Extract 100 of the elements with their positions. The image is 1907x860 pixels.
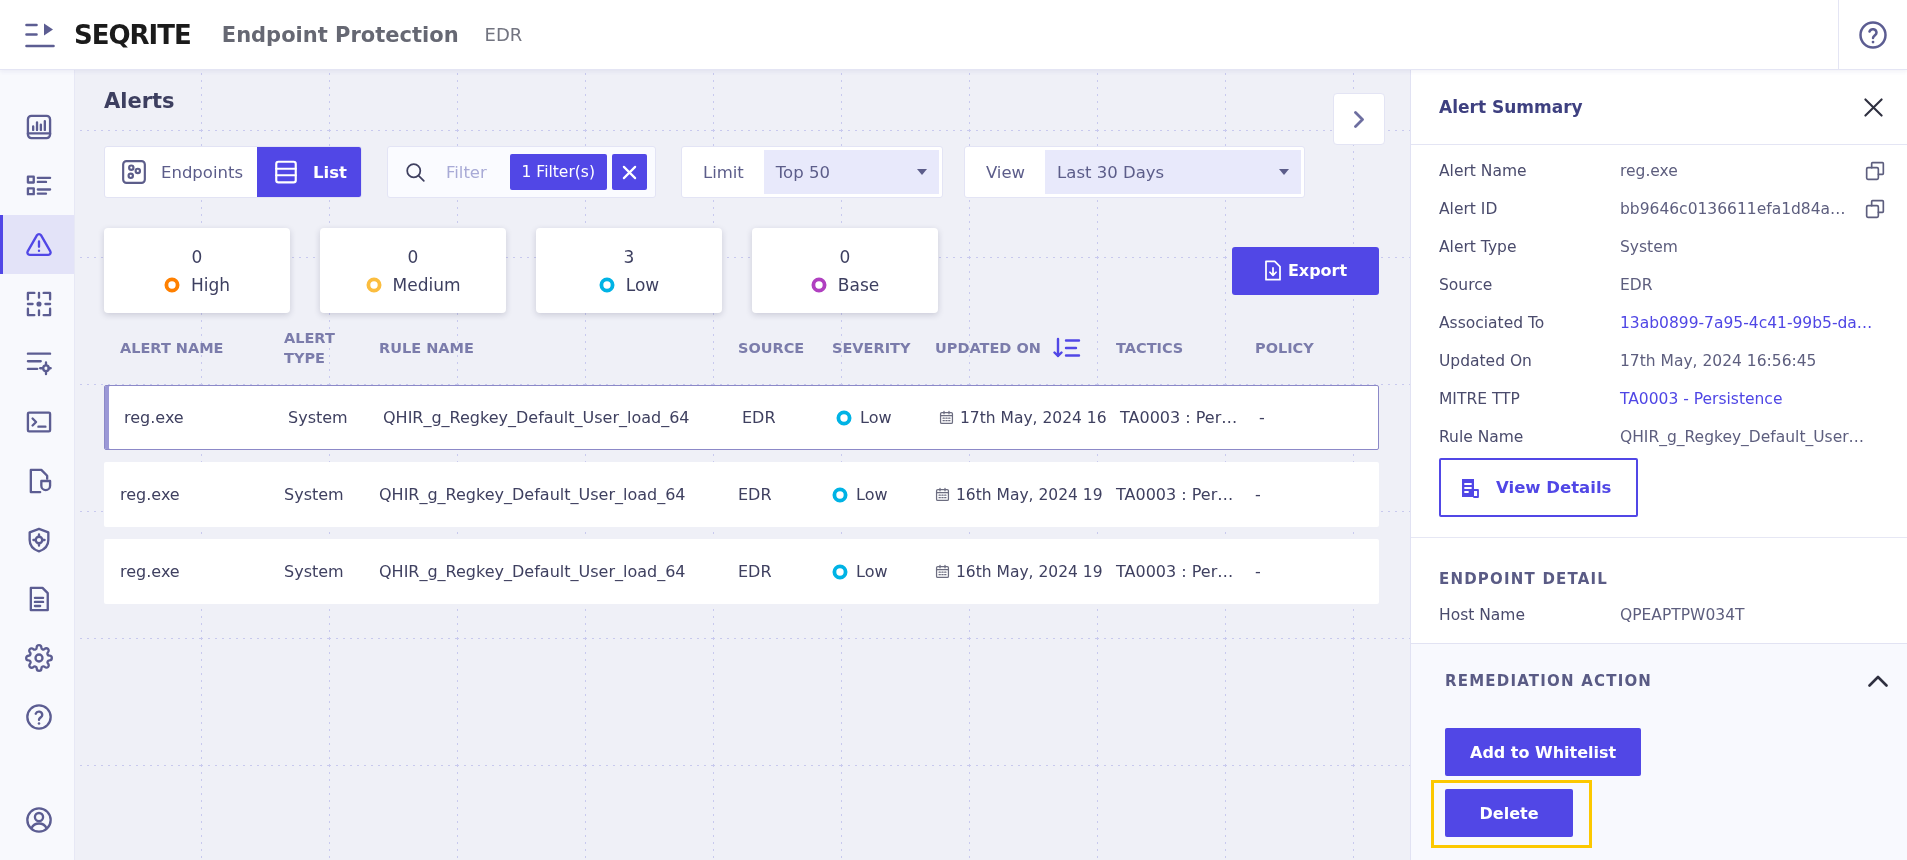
- table-cell-text: reg.exe: [124, 408, 185, 427]
- action-button[interactable]: Delete: [1445, 789, 1573, 837]
- view-dropdown[interactable]: Last 30 Days: [1045, 150, 1301, 194]
- user-icon[interactable]: [24, 805, 53, 834]
- column-header[interactable]: SEVERITY: [832, 337, 921, 358]
- severity-card[interactable]: 3 Low: [536, 228, 722, 313]
- table-cell-text: TA0003 : Per…: [1116, 485, 1235, 504]
- export-button[interactable]: Export: [1232, 246, 1379, 295]
- severity-count: 0: [191, 245, 203, 268]
- field-label: Source: [1439, 276, 1494, 294]
- section-title: REMEDIATION ACTION: [1445, 671, 1653, 692]
- field-link[interactable]: TA0003 - Persistence: [1620, 390, 1885, 408]
- list-icon: [273, 159, 300, 185]
- action-button[interactable]: Add to Whitelist: [1445, 728, 1642, 776]
- column-header[interactable]: SOURCE: [738, 337, 815, 358]
- field-label: Rule Name: [1439, 428, 1525, 446]
- column-header[interactable]: ALERT NAME: [120, 337, 234, 358]
- chevron-up-icon[interactable]: [1868, 675, 1888, 687]
- field-label: Host Name: [1439, 605, 1526, 626]
- scan-icon: [24, 289, 53, 318]
- table-cell-text: System: [284, 485, 345, 504]
- table-cell-text: reg.exe: [120, 485, 181, 504]
- severity-label: Medium: [392, 273, 461, 296]
- field-value: EDR: [1620, 276, 1654, 294]
- field-label: Associated To: [1439, 314, 1546, 332]
- calendar-icon: [935, 487, 950, 502]
- table-cell-text: EDR: [738, 485, 773, 504]
- menu-icon[interactable]: [25, 21, 55, 48]
- toggle-tab[interactable]: List: [257, 147, 361, 197]
- help-icon[interactable]: [1858, 19, 1888, 50]
- field-value: System: [1620, 238, 1679, 256]
- column-header[interactable]: RULE NAME: [379, 337, 484, 358]
- severity-label: Base: [837, 273, 880, 296]
- field-value: bb9646c0136611efa1d84a…: [1620, 200, 1847, 218]
- table-row[interactable]: reg.exe System QHIR_g_Regkey_Default_User_load_64 EDR Low 17th May, 2024 16 TA0003 : Per… -: [104, 385, 1379, 450]
- severity-count: 0: [839, 245, 851, 268]
- close-icon[interactable]: [1864, 97, 1883, 117]
- copy-icon[interactable]: [1865, 161, 1885, 181]
- severity-label: High: [190, 273, 231, 296]
- table-cell-text: EDR: [742, 408, 777, 427]
- view-details-button[interactable]: View Details: [1439, 458, 1638, 517]
- caret-icon: [916, 169, 927, 175]
- table-cell-text: EDR: [738, 562, 773, 581]
- close-icon: [621, 164, 637, 180]
- app-title: Endpoint Protection: [221, 22, 459, 47]
- table-cell-text: reg.exe: [120, 562, 181, 581]
- table-cell-text: TA0003 : Per…: [1120, 408, 1239, 427]
- export-file-icon: [1263, 260, 1282, 281]
- help-icon: [24, 702, 53, 731]
- field-value: QPEAPTPW034T: [1620, 605, 1746, 626]
- field-value: 17th May, 2024 16:56:45: [1620, 352, 1818, 370]
- table-row[interactable]: reg.exe System QHIR_g_Regkey_Default_User_load_64 EDR Low 16th May, 2024 19 TA0003 : Per… -: [104, 462, 1379, 527]
- severity-card[interactable]: 0 Base: [752, 228, 938, 313]
- module-name: EDR: [484, 24, 523, 45]
- field-link[interactable]: 13ab0899-7a95-4c41-99b5-da…: [1620, 314, 1885, 332]
- table-row[interactable]: reg.exe System QHIR_g_Regkey_Default_User_load_64 EDR Low 16th May, 2024 19 TA0003 : Per… -: [104, 539, 1379, 604]
- document-icon: [1461, 477, 1479, 498]
- table-cell: 17th May, 2024 16: [960, 408, 1107, 427]
- toggle-tab[interactable]: Endpoints: [105, 147, 258, 197]
- column-header[interactable]: UPDATED ON: [935, 336, 1091, 359]
- nav-item[interactable]: [0, 215, 74, 274]
- filter-chip[interactable]: 1 Filter(s): [509, 154, 607, 190]
- column-header[interactable]: TACTICS: [1116, 337, 1194, 358]
- calendar-icon: [939, 410, 954, 425]
- table-cell-text: QHIR_g_Regkey_Default_User_load_64: [383, 408, 691, 427]
- sort-descending-icon: [1052, 336, 1081, 359]
- panel-title: Alert Summary: [1439, 97, 1583, 117]
- field-label: Alert ID: [1439, 200, 1499, 218]
- section-title: ENDPOINT DETAIL: [1439, 569, 1610, 590]
- field-label: Updated On: [1439, 352, 1533, 370]
- table-cell-text: System: [288, 408, 349, 427]
- field-label: MITRE TTP: [1439, 390, 1521, 408]
- severity-count: 3: [623, 245, 635, 268]
- settings-icon: [24, 643, 53, 672]
- table-cell: Low: [860, 408, 892, 427]
- table-cell-text: System: [284, 562, 345, 581]
- table-cell-text: QHIR_g_Regkey_Default_User_load_64: [379, 562, 687, 581]
- field-label: Alert Name: [1439, 162, 1528, 180]
- severity-card[interactable]: 0 High: [104, 228, 290, 313]
- table-cell-text: QHIR_g_Regkey_Default_User_load_64: [379, 485, 687, 504]
- search-icon: [404, 161, 426, 183]
- table-cell-text: -: [1259, 408, 1266, 427]
- filter-input[interactable]: Filter: [445, 162, 502, 182]
- clear-filter-button[interactable]: [611, 154, 647, 190]
- column-header[interactable]: ALERT TYPE: [284, 327, 379, 368]
- table-cell-text: TA0003 : Per…: [1116, 562, 1235, 581]
- page-title: Alerts: [104, 88, 175, 114]
- endpoints-icon: [121, 159, 147, 185]
- view-label: View: [984, 162, 1027, 182]
- severity-card[interactable]: 0 Medium: [320, 228, 506, 313]
- limit-dropdown[interactable]: Top 50: [763, 150, 939, 194]
- copy-icon[interactable]: [1865, 199, 1885, 219]
- severity-count: 0: [407, 245, 419, 268]
- table-cell: Low: [856, 485, 888, 504]
- warning-icon: [24, 230, 53, 259]
- table-cell: 16th May, 2024 19: [956, 485, 1103, 504]
- caret-icon: [1278, 169, 1289, 175]
- column-header[interactable]: POLICY: [1255, 337, 1324, 358]
- table-cell-text: -: [1255, 485, 1262, 504]
- limit-label: Limit: [701, 162, 745, 182]
